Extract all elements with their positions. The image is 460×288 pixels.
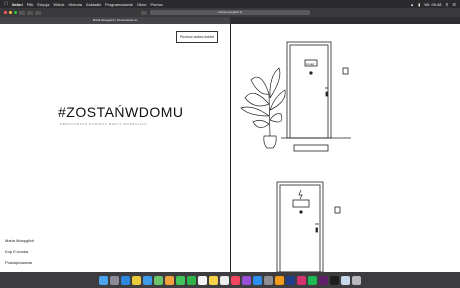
sidebar-toggle-button[interactable] bbox=[19, 10, 25, 15]
notes-icon[interactable] bbox=[209, 275, 218, 285]
maps-icon[interactable] bbox=[154, 275, 163, 285]
indesign-icon[interactable] bbox=[297, 275, 306, 285]
photos-icon[interactable] bbox=[165, 275, 174, 285]
chrome-icon[interactable] bbox=[132, 275, 141, 285]
close-window-button[interactable] bbox=[4, 11, 7, 14]
menu-file[interactable]: Plik bbox=[27, 2, 33, 7]
window-controls bbox=[0, 11, 17, 14]
nav-link-author[interactable]: Maria Mosęglich bbox=[5, 238, 34, 243]
back-button[interactable] bbox=[27, 10, 33, 15]
door-upper-label: 12 piętr bbox=[306, 63, 315, 66]
browser-toolbar: mariamoseglich.pl bbox=[0, 8, 460, 17]
appstore-icon[interactable] bbox=[253, 275, 262, 285]
menu-bookmarks[interactable]: Zakładki bbox=[86, 2, 101, 7]
illustrator-icon[interactable] bbox=[275, 275, 284, 285]
share-button[interactable] bbox=[141, 10, 147, 15]
page-subtitle: DEBIUTANCKA POWIEŚĆ MARTY MOSĘGLICH bbox=[60, 122, 148, 126]
door-mat bbox=[293, 144, 329, 152]
apple-icon[interactable]:  bbox=[4, 1, 8, 7]
music-icon[interactable] bbox=[231, 275, 240, 285]
nav-link-thanks[interactable]: Podziękowania bbox=[5, 260, 32, 265]
tab-bar: Maria Mosęglich | #zostańwdomu bbox=[0, 17, 460, 24]
help-women-button[interactable]: Pozmuc wobec kobiet bbox=[176, 31, 218, 43]
menu-develop[interactable]: Programowanie bbox=[105, 2, 133, 7]
door-lower bbox=[276, 181, 341, 272]
zoom-window-button[interactable] bbox=[14, 11, 17, 14]
page-title: #ZOSTAŃWDOMU bbox=[58, 104, 184, 120]
tab-empty[interactable] bbox=[230, 17, 460, 24]
control-center-icon[interactable]: ☰ bbox=[452, 2, 456, 7]
wifi-icon[interactable]: ▲ bbox=[410, 2, 414, 7]
menu-help[interactable]: Pomoc bbox=[151, 2, 163, 7]
forward-button[interactable] bbox=[35, 10, 41, 15]
menubar:  Safari Plik Edycja Widok Historia Zakł… bbox=[0, 0, 460, 8]
finder-icon[interactable] bbox=[99, 275, 108, 285]
menu-history[interactable]: Historia bbox=[68, 2, 82, 7]
battery-icon[interactable]: ▮ bbox=[418, 2, 420, 7]
minimize-window-button[interactable] bbox=[9, 11, 12, 14]
preview-icon[interactable] bbox=[341, 275, 350, 285]
terminal-icon[interactable] bbox=[330, 275, 339, 285]
messages-icon[interactable] bbox=[176, 275, 185, 285]
settings-icon[interactable] bbox=[264, 275, 273, 285]
address-bar[interactable]: mariamoseglich.pl bbox=[150, 10, 310, 15]
door-illustration: 12 piętr bbox=[240, 41, 351, 272]
menu-edit[interactable]: Edycja bbox=[37, 2, 49, 7]
reminders-icon[interactable] bbox=[220, 275, 229, 285]
menu-app-name[interactable]: Safari bbox=[12, 2, 23, 7]
menu-view[interactable]: Widok bbox=[53, 2, 64, 7]
calendar-icon[interactable] bbox=[198, 275, 207, 285]
potted-plant bbox=[240, 67, 286, 149]
web-page: Pozmuc wobec kobiet #ZOSTAŃWDOMU DEBIUTA… bbox=[0, 24, 460, 272]
tab-active[interactable]: Maria Mosęglich | #zostańwdomu bbox=[0, 17, 230, 24]
photoshop-icon[interactable] bbox=[286, 275, 295, 285]
launchpad-icon[interactable] bbox=[110, 275, 119, 285]
nav-link-buy-ebook[interactable]: Kup E-booka bbox=[5, 249, 28, 254]
slack-icon[interactable] bbox=[319, 275, 328, 285]
trash-icon[interactable] bbox=[352, 275, 361, 285]
safari-icon[interactable] bbox=[121, 275, 130, 285]
spotify-icon[interactable] bbox=[308, 275, 317, 285]
clock[interactable]: Wt. 09:48 bbox=[424, 2, 441, 7]
dock bbox=[0, 272, 460, 288]
mail-icon[interactable] bbox=[143, 275, 152, 285]
spotlight-icon[interactable]: ⚲ bbox=[445, 2, 448, 7]
browser-chrome: mariamoseglich.pl Maria Mosęglich | #zos… bbox=[0, 8, 460, 24]
door-upper bbox=[281, 41, 351, 139]
podcasts-icon[interactable] bbox=[242, 275, 251, 285]
facetime-icon[interactable] bbox=[187, 275, 196, 285]
menu-window[interactable]: Okno bbox=[137, 2, 147, 7]
